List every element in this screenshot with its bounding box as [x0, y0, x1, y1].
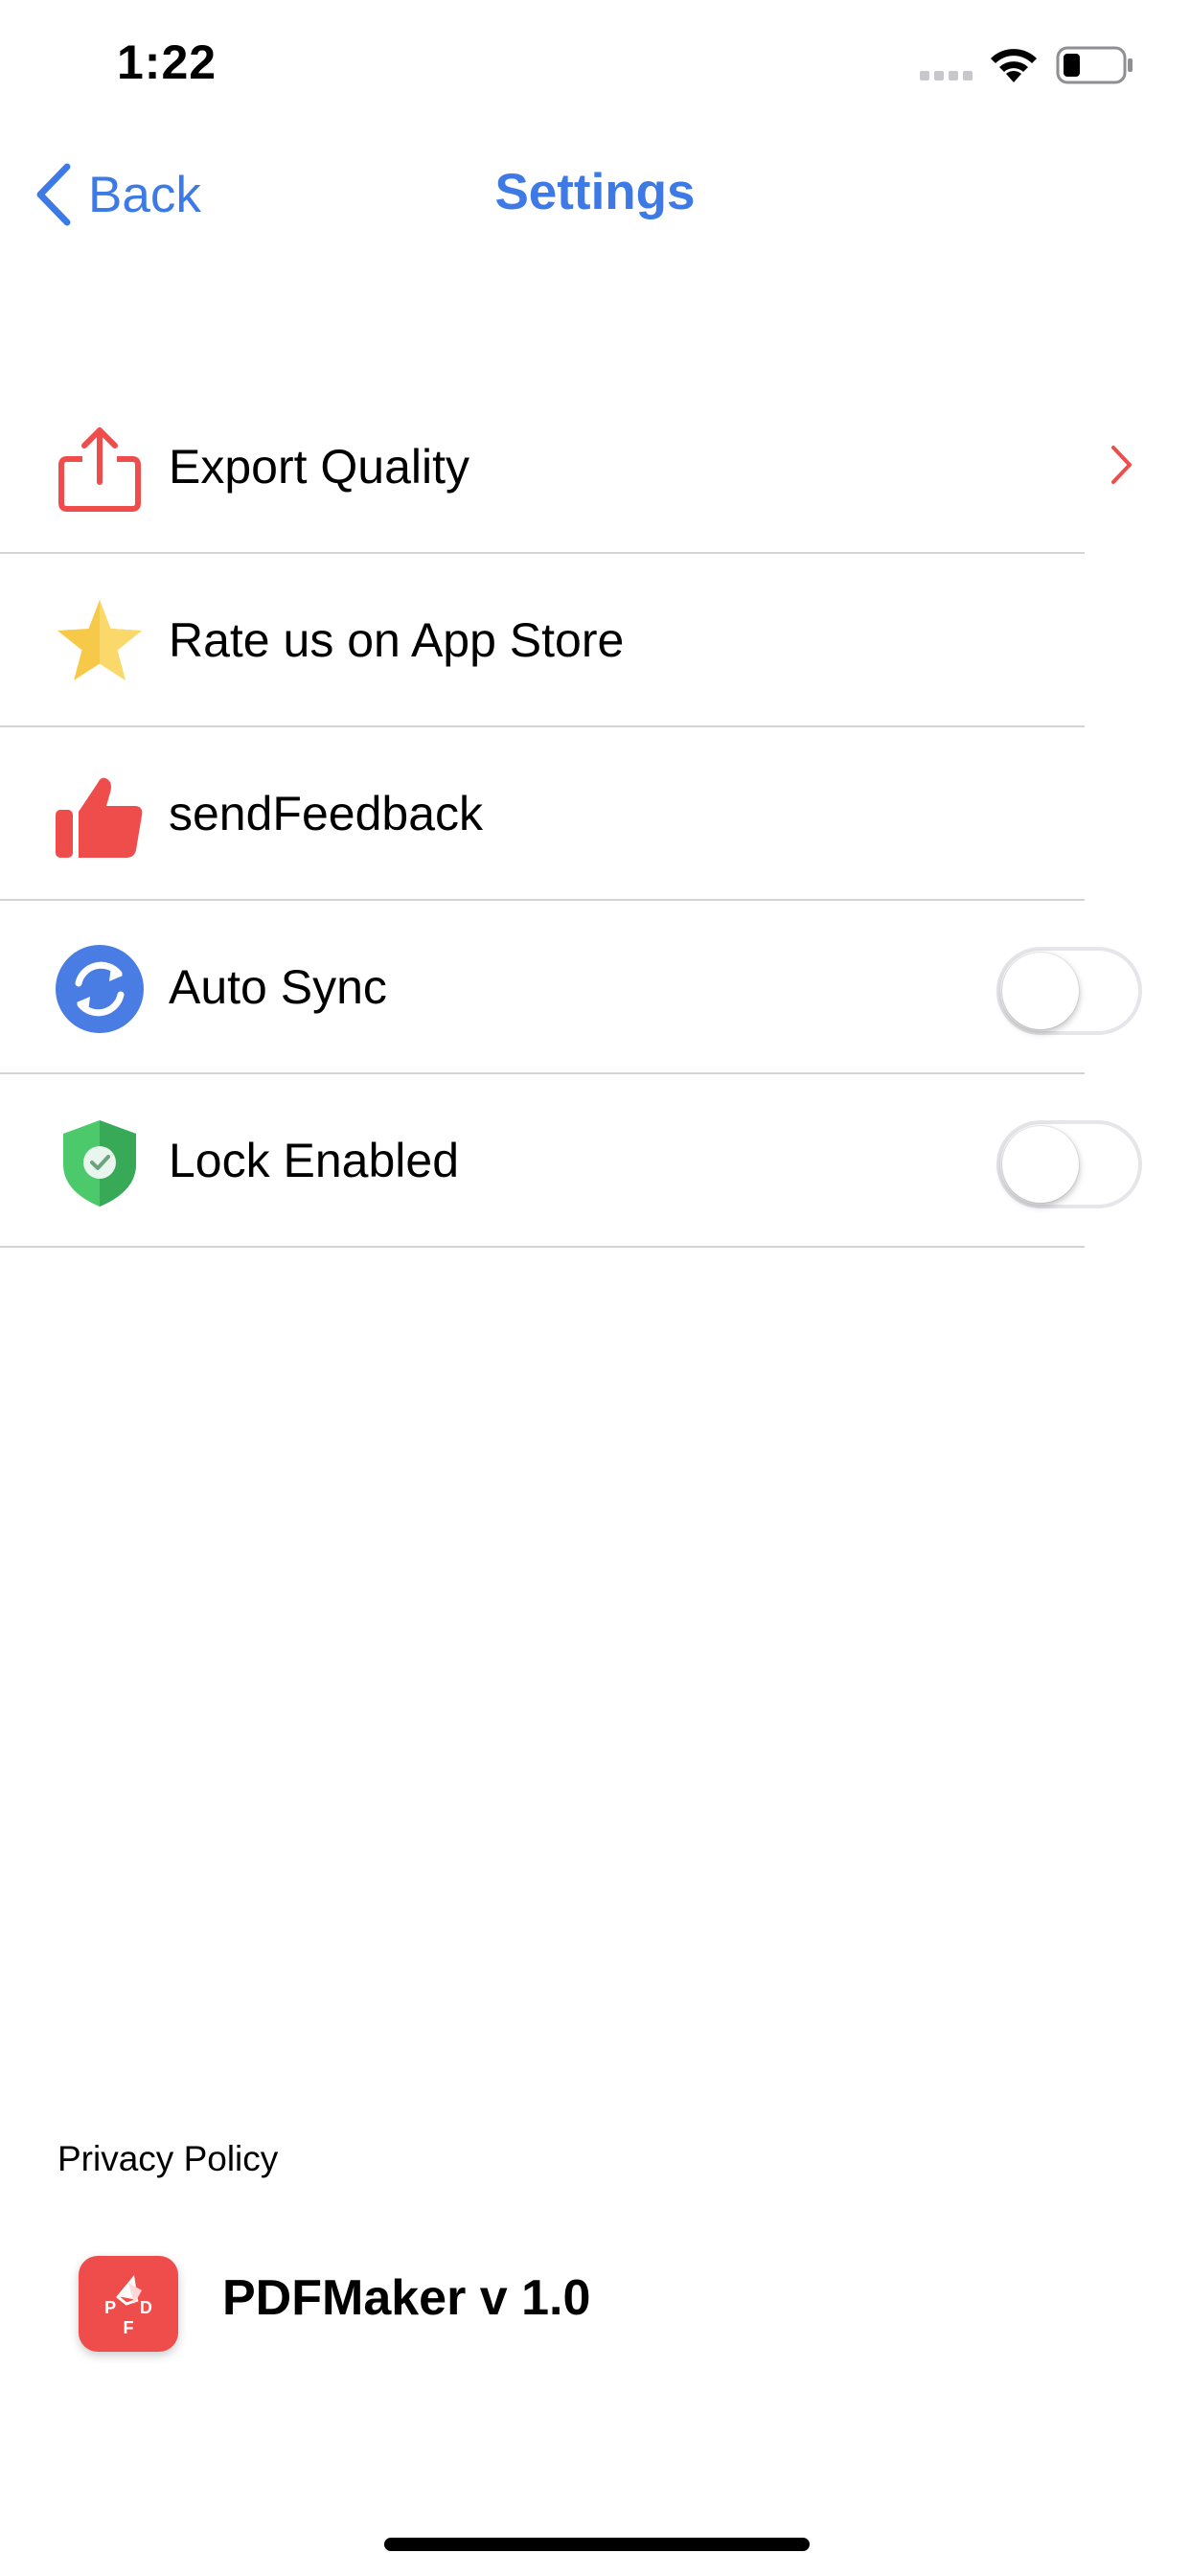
settings-item-send-feedback[interactable]: sendFeedback — [0, 727, 1190, 901]
status-bar: 1:22 — [0, 0, 1190, 134]
toggle-knob — [1002, 953, 1079, 1029]
settings-item-auto-sync: Auto Sync — [0, 901, 1190, 1074]
settings-item-export-quality[interactable]: Export Quality — [0, 380, 1190, 554]
cellular-signal-icon — [920, 71, 973, 80]
wifi-icon — [991, 49, 1037, 82]
settings-item-label: Rate us on App Store — [169, 613, 625, 667]
page-title: Settings — [494, 164, 696, 220]
share-icon — [58, 427, 141, 512]
app-logo-text: P D F — [104, 2298, 162, 2337]
settings-item-label: Auto Sync — [169, 960, 387, 1014]
privacy-policy-link[interactable]: Privacy Policy — [57, 2139, 278, 2179]
battery-icon — [1056, 46, 1133, 84]
settings-item-lock-enabled: Lock Enabled — [0, 1074, 1190, 1248]
settings-item-label: Export Quality — [169, 440, 470, 494]
settings-item-label: Lock Enabled — [169, 1134, 460, 1187]
lock-enabled-toggle[interactable] — [996, 1120, 1142, 1208]
toggle-knob — [1002, 1126, 1079, 1203]
app-logo: P D F — [79, 2256, 178, 2352]
settings-item-rate-app[interactable]: Rate us on App Store — [0, 554, 1190, 727]
chevron-right-icon — [1111, 446, 1132, 484]
auto-sync-toggle[interactable] — [996, 947, 1142, 1035]
sync-icon — [56, 945, 144, 1033]
home-indicator[interactable] — [384, 2538, 810, 2551]
settings-list: Export Quality Rate us on App Store send… — [0, 380, 1190, 1248]
navigation-bar: Back Settings — [0, 134, 1190, 249]
settings-item-label: sendFeedback — [169, 787, 484, 840]
star-icon — [57, 600, 142, 680]
row-separator — [0, 1246, 1085, 1248]
shield-icon — [63, 1120, 136, 1207]
status-time: 1:22 — [117, 35, 217, 89]
app-version: PDFMaker v 1.0 — [222, 2270, 591, 2326]
thumbs-up-icon — [56, 777, 143, 858]
